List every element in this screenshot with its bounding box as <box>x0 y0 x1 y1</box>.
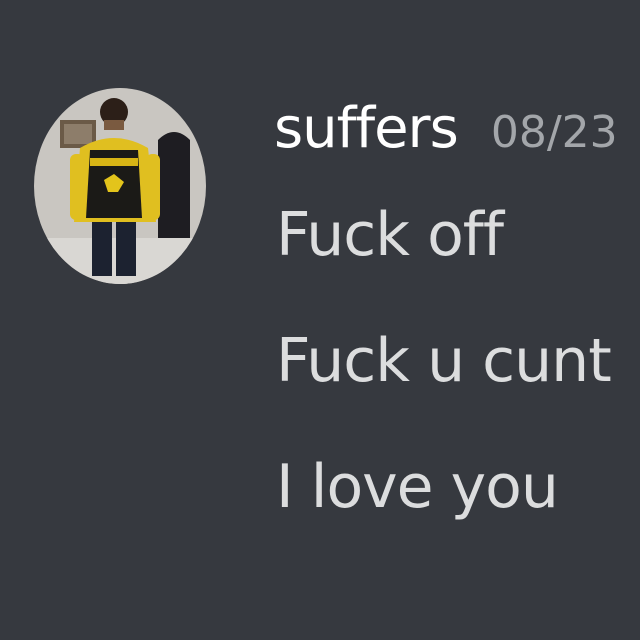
message-line: Fuck u cunt <box>276 326 612 396</box>
message-timestamp: 08/23 <box>490 107 618 158</box>
username[interactable]: suffers <box>274 96 459 161</box>
message-line: Fuck off <box>276 200 504 270</box>
message-header: suffers 08/23 <box>274 96 618 161</box>
user-avatar[interactable] <box>34 88 206 284</box>
message-line: I love you <box>276 452 559 522</box>
avatar-photo <box>34 88 206 284</box>
